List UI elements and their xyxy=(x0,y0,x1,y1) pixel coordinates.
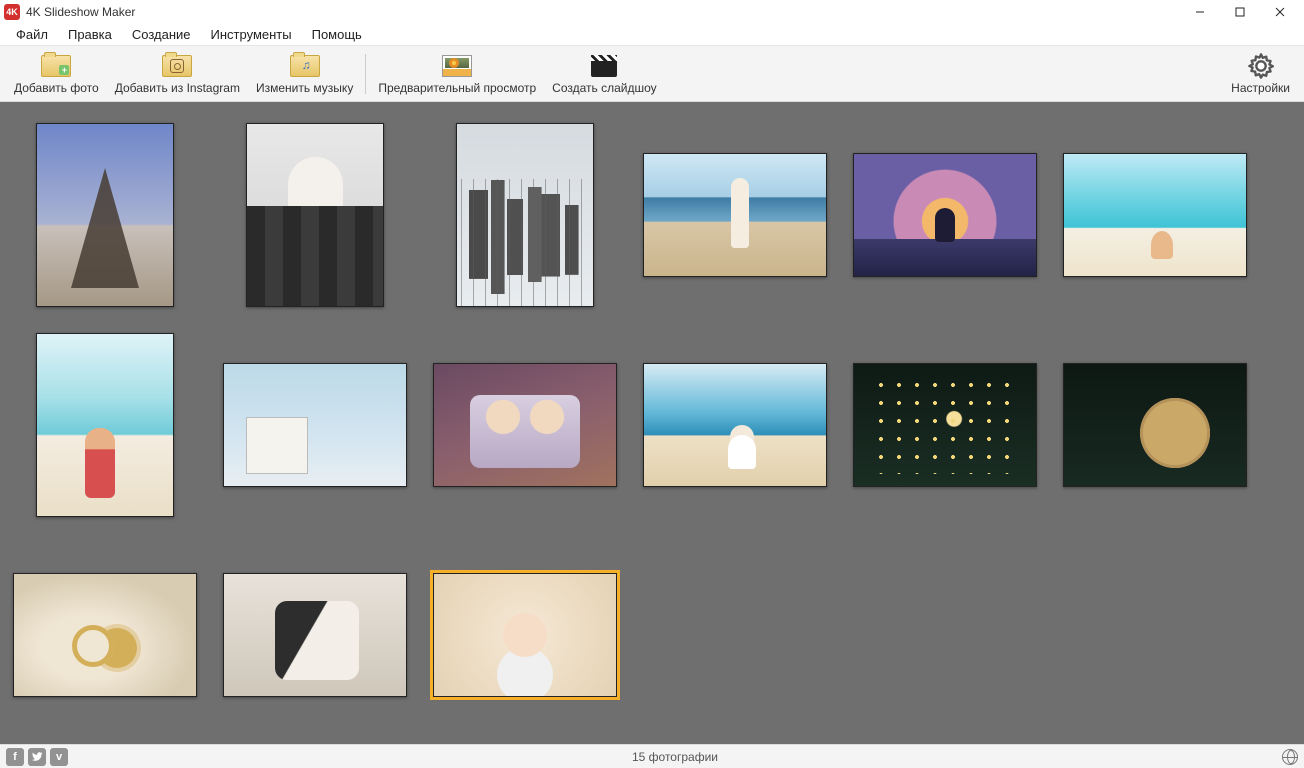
photo-beach-walk[interactable] xyxy=(643,153,827,277)
settings-button[interactable]: Настройки xyxy=(1223,47,1298,101)
thumbnail-image xyxy=(644,154,826,276)
photo-rings[interactable] xyxy=(13,573,197,697)
photo-lifeguard[interactable] xyxy=(223,363,407,487)
make-slideshow-label: Создать слайдшоу xyxy=(552,81,656,95)
photo-beach-kneel[interactable] xyxy=(36,333,174,517)
facebook-icon[interactable]: f xyxy=(6,748,24,766)
photo-sunset-heart[interactable] xyxy=(853,153,1037,277)
status-bar: f v 15 фотографии xyxy=(0,744,1304,768)
close-button[interactable] xyxy=(1260,0,1300,24)
menu-help[interactable]: Помощь xyxy=(302,25,372,44)
make-slideshow-button[interactable]: Создать слайдшоу xyxy=(544,47,664,101)
thumbnail-image xyxy=(37,334,173,516)
photo-baby[interactable] xyxy=(433,573,617,697)
change-music-button[interactable]: ♫ Изменить музыку xyxy=(248,47,361,101)
preview-icon xyxy=(442,53,472,79)
clapperboard-icon xyxy=(589,53,619,79)
menu-bar: Файл Правка Создание Инструменты Помощь xyxy=(0,24,1304,46)
thumbnail-image xyxy=(854,154,1036,276)
thumbnail-image xyxy=(224,364,406,486)
thumbnail-image xyxy=(14,574,196,696)
menu-create[interactable]: Создание xyxy=(122,25,201,44)
vimeo-icon[interactable]: v xyxy=(50,748,68,766)
globe-icon[interactable] xyxy=(1282,749,1298,765)
thumbnail-image xyxy=(224,574,406,696)
thumbnail-image xyxy=(457,124,593,306)
settings-label: Настройки xyxy=(1231,81,1290,95)
photo-wedding[interactable] xyxy=(223,573,407,697)
change-music-label: Изменить музыку xyxy=(256,81,353,95)
photo-grid xyxy=(0,102,1304,744)
gear-icon xyxy=(1246,53,1276,79)
preview-button[interactable]: Предварительный просмотр xyxy=(370,47,544,101)
title-bar: 4K 4K Slideshow Maker xyxy=(0,0,1304,24)
add-photo-button[interactable]: + Добавить фото xyxy=(6,47,107,101)
toolbar-separator xyxy=(365,54,366,94)
folder-plus-icon: + xyxy=(41,53,71,79)
add-instagram-label: Добавить из Instagram xyxy=(115,81,240,95)
thumbnail-image xyxy=(854,364,1036,486)
add-instagram-button[interactable]: Добавить из Instagram xyxy=(107,47,248,101)
thumbnail-image xyxy=(434,364,616,486)
thumbnail-image xyxy=(1064,364,1246,486)
thumbnail-image xyxy=(37,124,173,306)
maximize-button[interactable] xyxy=(1220,0,1260,24)
photo-woman-balcony[interactable] xyxy=(246,123,384,307)
preview-label: Предварительный просмотр xyxy=(378,81,536,95)
thumbnail-image xyxy=(644,364,826,486)
thumbnail-image xyxy=(247,124,383,306)
photo-skyline[interactable] xyxy=(456,123,594,307)
folder-instagram-icon xyxy=(162,53,192,79)
photo-xmas-tree[interactable] xyxy=(853,363,1037,487)
photo-merry-christmas[interactable] xyxy=(1063,363,1247,487)
thumbnail-image xyxy=(1064,154,1246,276)
window-title: 4K Slideshow Maker xyxy=(26,5,135,19)
app-icon: 4K xyxy=(4,4,20,20)
add-photo-label: Добавить фото xyxy=(14,81,99,95)
photo-eiffel[interactable] xyxy=(36,123,174,307)
photo-beach-hat[interactable] xyxy=(643,363,827,487)
photo-family-kiss[interactable] xyxy=(433,363,617,487)
photo-turquoise-beach[interactable] xyxy=(1063,153,1247,277)
minimize-button[interactable] xyxy=(1180,0,1220,24)
menu-tools[interactable]: Инструменты xyxy=(201,25,302,44)
menu-file[interactable]: Файл xyxy=(6,25,58,44)
toolbar: + Добавить фото Добавить из Instagram ♫ … xyxy=(0,46,1304,102)
folder-music-icon: ♫ xyxy=(290,53,320,79)
twitter-icon[interactable] xyxy=(28,748,46,766)
thumbnail-image xyxy=(434,574,616,696)
status-count: 15 фотографии xyxy=(68,750,1282,764)
menu-edit[interactable]: Правка xyxy=(58,25,122,44)
